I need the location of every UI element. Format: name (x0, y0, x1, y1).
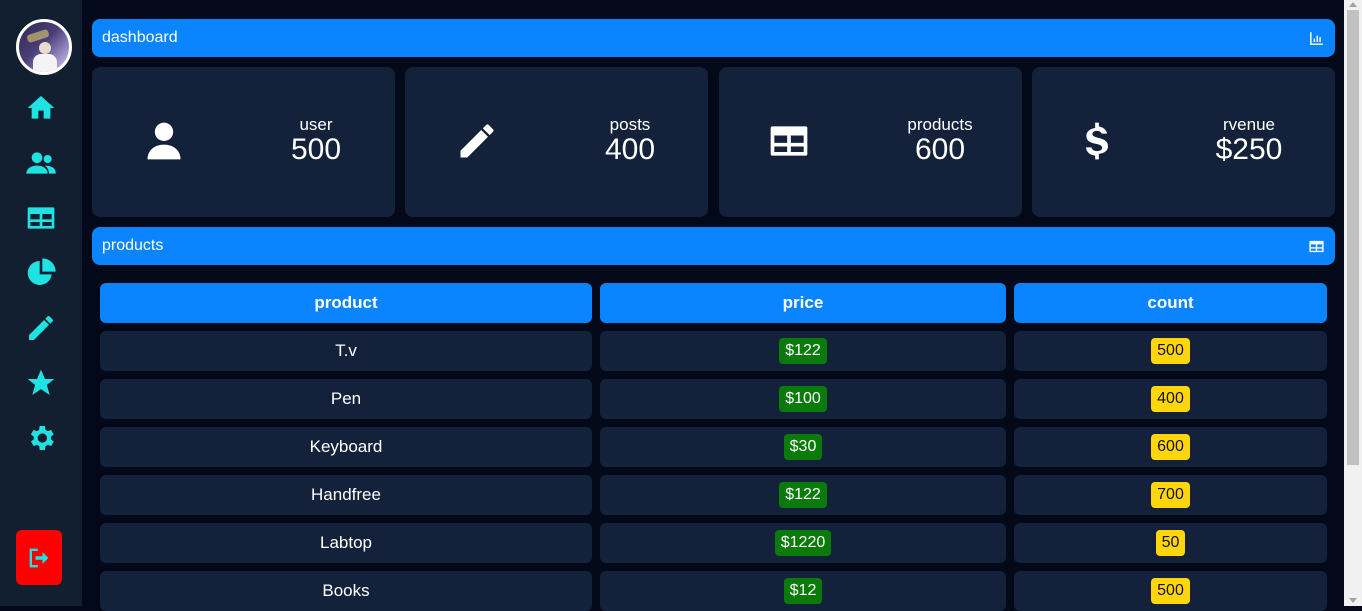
logout-button[interactable] (16, 530, 62, 585)
price-badge: $30 (783, 434, 823, 460)
stat-card-products: products 600 (719, 67, 1022, 217)
star-icon[interactable] (24, 366, 58, 400)
table-cell-product: T.v (100, 331, 592, 371)
stat-label: posts (609, 115, 651, 134)
table-cell-price: $1220 (600, 523, 1006, 563)
table-cell-price: $30 (600, 427, 1006, 467)
table-cell-count: 500 (1014, 331, 1327, 371)
price-badge: $122 (779, 482, 827, 508)
table-cell-price: $122 (600, 475, 1006, 515)
scroll-down-arrow[interactable] (1349, 598, 1357, 603)
table-cell-product: Labtop (100, 523, 592, 563)
gear-icon[interactable] (24, 421, 58, 455)
pencil-icon[interactable] (24, 311, 58, 345)
pencil-icon (455, 119, 499, 163)
table-icon (1309, 240, 1324, 252)
table-cell-price: $12 (600, 571, 1006, 611)
price-badge: $1220 (774, 530, 832, 556)
table-cell-count: 400 (1014, 379, 1327, 419)
column-header-price[interactable]: price (600, 283, 1006, 323)
avatar[interactable] (16, 19, 72, 75)
main-content: dashboard user 500 posts 400 products 60… (82, 0, 1344, 611)
table-cell-product: Handfree (100, 475, 592, 515)
count-badge: 500 (1151, 338, 1190, 364)
logout-icon (29, 548, 49, 567)
user-icon (142, 119, 186, 163)
table-cell-count: 50 (1014, 523, 1327, 563)
stat-label: user (299, 115, 333, 134)
table-icon (767, 119, 811, 163)
stat-label: rvenue (1223, 115, 1275, 134)
count-badge: 50 (1155, 530, 1186, 556)
bar-chart-icon (1310, 31, 1323, 45)
products-title: products (102, 237, 164, 254)
stat-value: 500 (290, 133, 342, 166)
stat-card-posts: posts 400 (405, 67, 708, 217)
stat-value: $250 (1215, 133, 1283, 166)
price-badge: $12 (783, 578, 823, 604)
home-icon[interactable] (24, 91, 58, 125)
dollar-icon (1075, 119, 1119, 163)
table-cell-product: Books (100, 571, 592, 611)
stat-card-revenue: rvenue $250 (1032, 67, 1335, 217)
pie-chart-icon[interactable] (24, 256, 58, 290)
dashboard-title: dashboard (102, 29, 178, 46)
price-badge: $100 (779, 386, 827, 412)
users-icon[interactable] (24, 146, 58, 180)
stat-value: 400 (604, 133, 656, 166)
stat-value: 600 (914, 133, 966, 166)
scroll-up-arrow[interactable] (1349, 2, 1357, 7)
count-badge: 700 (1151, 482, 1190, 508)
table-cell-count: 600 (1014, 427, 1327, 467)
column-header-product[interactable]: product (100, 283, 592, 323)
count-badge: 500 (1151, 578, 1190, 604)
table-cell-count: 700 (1014, 475, 1327, 515)
sidebar (0, 0, 82, 606)
stat-label: products (907, 115, 973, 134)
count-badge: 400 (1151, 386, 1190, 412)
products-header: products (92, 227, 1335, 265)
table-cell-product: Pen (100, 379, 592, 419)
table-cell-price: $122 (600, 331, 1006, 371)
scrollbar-thumb[interactable] (1347, 10, 1359, 465)
price-badge: $122 (779, 338, 827, 364)
table-cell-count: 500 (1014, 571, 1327, 611)
table-cell-product: Keyboard (100, 427, 592, 467)
table-icon[interactable] (24, 201, 58, 235)
vertical-scrollbar[interactable] (1344, 0, 1362, 606)
dashboard-header: dashboard (92, 19, 1335, 57)
column-header-count[interactable]: count (1014, 283, 1327, 323)
table-cell-price: $100 (600, 379, 1006, 419)
stat-card-user: user 500 (92, 67, 395, 217)
count-badge: 600 (1151, 434, 1190, 460)
